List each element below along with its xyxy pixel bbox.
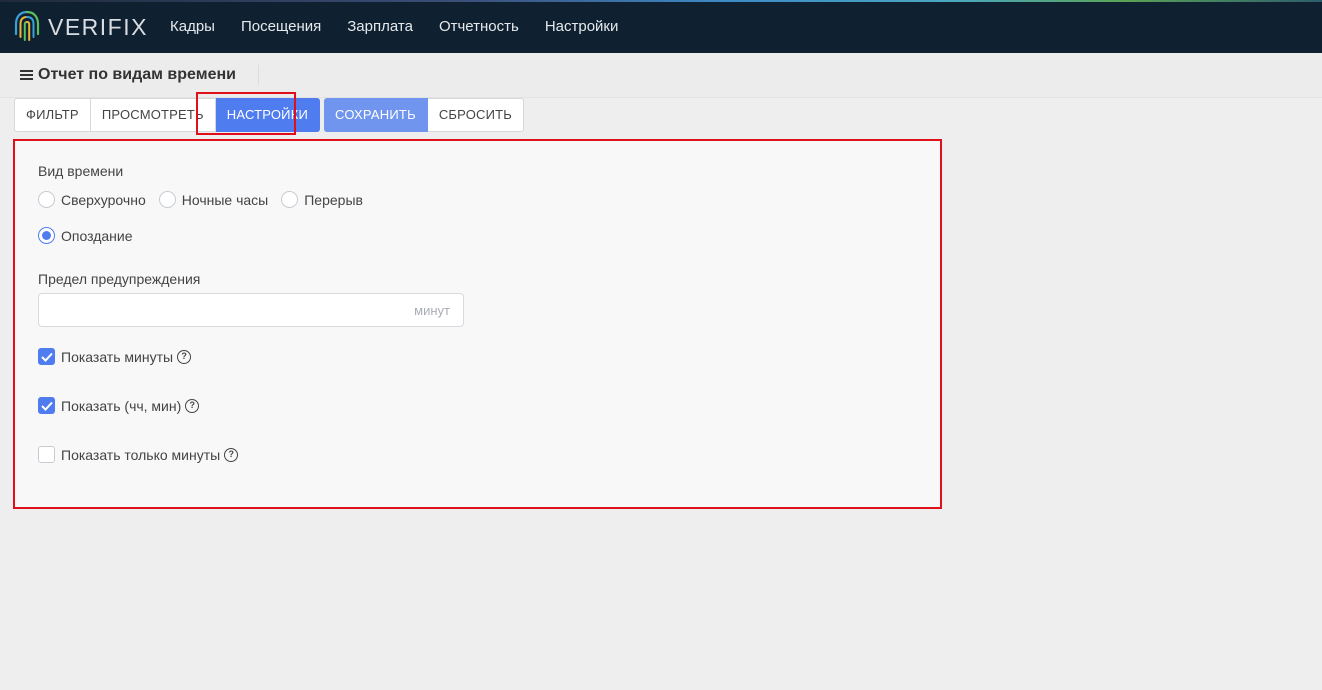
nav-item-salary[interactable]: Зарплата xyxy=(334,0,426,53)
settings-button[interactable]: Настройки xyxy=(215,98,321,132)
time-kind-group: Сверхурочно Ночные часы Перерыв xyxy=(38,191,376,208)
title-row: Отчет по видам времени xyxy=(0,53,1322,98)
toolbar: Фильтр Просмотреть Настройки Сохранить С… xyxy=(14,98,525,132)
top-navbar: VERIFIX Кадры Посещения Зарплата Отчетно… xyxy=(0,0,1322,53)
show-only-minutes-label: Показать только минуты xyxy=(61,446,221,463)
time-kind-group-row2: Опоздание xyxy=(38,227,146,244)
radio-break-control[interactable] xyxy=(281,191,299,208)
main-nav: Кадры Посещения Зарплата Отчетность Наст… xyxy=(157,0,631,53)
radio-night-hours[interactable]: Ночные часы xyxy=(158,191,269,208)
radio-lateness[interactable]: Опоздание xyxy=(38,227,133,244)
view-button[interactable]: Просмотреть xyxy=(90,98,216,132)
help-icon[interactable]: ? xyxy=(177,349,192,364)
title-divider xyxy=(258,65,259,85)
page-title: Отчет по видам времени xyxy=(38,66,236,83)
radio-overtime[interactable]: Сверхурочно xyxy=(38,191,146,208)
nav-item-reports[interactable]: Отчетность xyxy=(426,0,532,53)
check-icon xyxy=(40,352,53,362)
show-minutes-label: Показать минуты xyxy=(61,348,174,365)
radio-overtime-control[interactable] xyxy=(38,191,55,208)
radio-night-hours-label: Ночные часы xyxy=(181,191,269,208)
filter-button[interactable]: Фильтр xyxy=(14,98,91,132)
radio-night-hours-control[interactable] xyxy=(158,191,176,208)
menu-icon[interactable] xyxy=(20,68,33,82)
help-icon[interactable]: ? xyxy=(224,447,239,462)
warning-limit-input[interactable] xyxy=(39,294,399,326)
radio-break-label: Перерыв xyxy=(304,191,363,208)
fingerprint-icon xyxy=(14,10,40,41)
show-only-minutes-checkbox[interactable] xyxy=(38,446,55,463)
radio-overtime-label: Сверхурочно xyxy=(61,191,146,208)
show-only-minutes-option[interactable]: Показать только минуты ? xyxy=(38,446,239,463)
nav-item-settings[interactable]: Настройки xyxy=(532,0,632,53)
show-hh-mm-label: Показать (чч, мин) xyxy=(61,397,182,414)
save-button[interactable]: Сохранить xyxy=(324,98,428,132)
time-kind-label: Вид времени xyxy=(38,163,124,179)
check-icon xyxy=(40,401,53,411)
reset-button[interactable]: Сбросить xyxy=(427,98,525,132)
logo[interactable]: VERIFIX xyxy=(12,9,162,45)
warning-limit-unit: минут xyxy=(414,303,450,318)
nav-item-attendance[interactable]: Посещения xyxy=(228,0,334,53)
show-minutes-checkbox[interactable] xyxy=(38,348,55,365)
page-title-wrap: Отчет по видам времени xyxy=(20,66,236,84)
show-hh-mm-checkbox[interactable] xyxy=(38,397,55,414)
radio-break[interactable]: Перерыв xyxy=(281,191,363,208)
settings-panel: Вид времени Сверхурочно Ночные часы Пере… xyxy=(13,139,942,509)
warning-limit-field: минут xyxy=(38,293,464,327)
show-minutes-option[interactable]: Показать минуты ? xyxy=(38,348,192,365)
warning-limit-label: Предел предупреждения xyxy=(38,271,201,287)
logo-text: VERIFIX xyxy=(48,13,148,40)
radio-lateness-control[interactable] xyxy=(38,227,55,244)
radio-lateness-label: Опоздание xyxy=(61,227,133,244)
help-icon[interactable]: ? xyxy=(185,398,200,413)
nav-item-kadry[interactable]: Кадры xyxy=(157,0,228,53)
show-hh-mm-option[interactable]: Показать (чч, мин) ? xyxy=(38,397,200,414)
